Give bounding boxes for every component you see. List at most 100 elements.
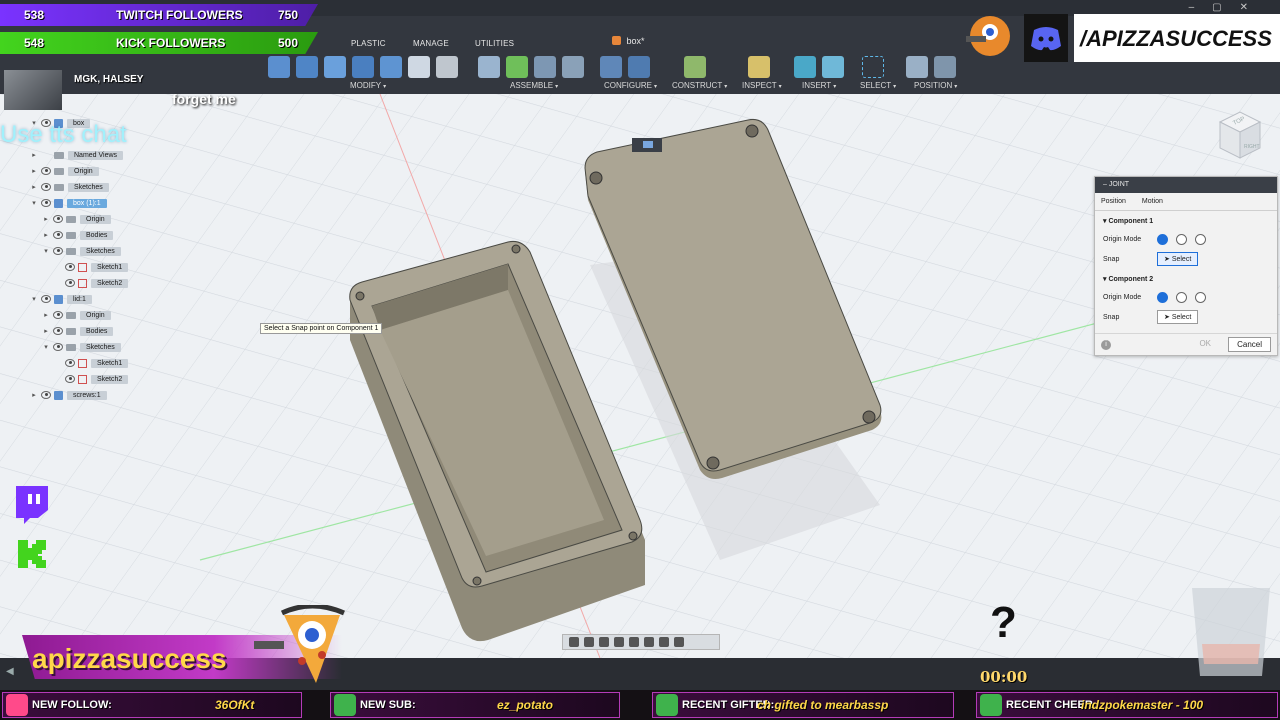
pan-icon[interactable] (599, 637, 609, 647)
configure-table-icon[interactable] (600, 56, 622, 78)
visibility-eye-icon[interactable] (53, 327, 63, 335)
ticker-value: ez_potato (497, 698, 554, 712)
expander-icon[interactable]: ▸ (42, 231, 50, 239)
visibility-eye-icon[interactable] (41, 199, 51, 207)
cancel-button[interactable]: Cancel (1228, 337, 1271, 352)
folder-icon (66, 343, 76, 351)
simple-origin-icon[interactable] (1157, 291, 1168, 303)
window-controls[interactable]: –▢✕ (1189, 2, 1266, 13)
zoom-icon[interactable] (614, 637, 624, 647)
tree-item-origin[interactable]: ▸ Origin (42, 308, 111, 322)
insert-derive-icon[interactable] (794, 56, 816, 78)
tab-utilities[interactable]: UTILITIES (475, 39, 514, 48)
move-icon[interactable] (408, 56, 430, 78)
tree-item-sketches[interactable]: ▾ Sketches (42, 244, 121, 258)
joint-origin-icon[interactable] (562, 56, 584, 78)
ok-button[interactable]: OK (1199, 339, 1211, 348)
tree-item-sketches[interactable]: ▾ Sketches (42, 340, 121, 354)
select-window-icon[interactable] (862, 56, 884, 78)
revert-position-icon[interactable] (934, 56, 956, 78)
tab-motion[interactable]: Motion (1142, 198, 1163, 205)
expander-icon[interactable]: ▸ (30, 151, 38, 159)
visibility-eye-icon[interactable] (53, 311, 63, 319)
tree-item-sketch2[interactable]: Sketch2 (54, 372, 129, 386)
orbit-icon[interactable] (569, 637, 579, 647)
expander-icon[interactable]: ▸ (42, 311, 50, 319)
two-edge-intersection-icon[interactable] (1195, 291, 1206, 303)
expander-icon[interactable]: ▸ (30, 167, 38, 175)
document-tab[interactable]: box* (612, 36, 645, 46)
display-settings-icon[interactable] (644, 637, 654, 647)
between-two-faces-icon[interactable] (1176, 233, 1187, 245)
component1-header[interactable]: ▾ Component 1 (1103, 217, 1277, 225)
measure-icon[interactable] (748, 56, 770, 78)
insert-canvas-icon[interactable] (822, 56, 844, 78)
visibility-eye-icon[interactable] (41, 167, 51, 175)
visibility-eye-icon[interactable] (65, 359, 75, 367)
grid-settings-icon[interactable] (659, 637, 669, 647)
joint-icon[interactable] (506, 56, 528, 78)
tree-item-sketches[interactable]: ▸ Sketches (30, 180, 109, 194)
visibility-eye-icon[interactable] (65, 279, 75, 287)
visibility-eye-icon[interactable] (41, 391, 51, 399)
component-icon (54, 198, 63, 208)
viewports-icon[interactable] (674, 637, 684, 647)
tab-manage[interactable]: MANAGE (413, 39, 449, 48)
capture-position-icon[interactable] (906, 56, 928, 78)
fit-icon[interactable] (629, 637, 639, 647)
twitch-followers-target: 750 (278, 8, 299, 22)
press-pull-icon[interactable] (268, 56, 290, 78)
tree-item-screws[interactable]: ▸ screws:1 (30, 388, 107, 402)
combine-icon[interactable] (352, 56, 374, 78)
visibility-eye-icon[interactable] (53, 231, 63, 239)
visibility-eye-icon[interactable] (53, 247, 63, 255)
as-built-joint-icon[interactable] (534, 56, 556, 78)
tree-item-lid[interactable]: ▾ lid:1 (30, 292, 92, 306)
ticker-new-sub: NEW SUB: ez_potato (330, 692, 620, 718)
visibility-eye-icon[interactable] (65, 375, 75, 383)
component2-header[interactable]: ▾ Component 2 (1103, 275, 1277, 283)
tree-item-sketch1[interactable]: Sketch1 (54, 260, 129, 274)
fillet-icon[interactable] (296, 56, 318, 78)
component1-snap-select-button[interactable]: ➤ Select (1157, 252, 1199, 266)
tree-item-bodies[interactable]: ▸ Bodies (42, 324, 114, 338)
expander-icon[interactable]: ▾ (30, 199, 38, 207)
expander-icon[interactable]: ▸ (30, 391, 38, 399)
shell-icon[interactable] (324, 56, 346, 78)
snap-label: Snap (1103, 255, 1120, 263)
expander-icon[interactable]: ▾ (42, 343, 50, 351)
visibility-eye-icon[interactable] (53, 215, 63, 223)
expander-icon[interactable]: ▸ (30, 183, 38, 191)
tab-plastic[interactable]: PLASTIC (351, 39, 386, 48)
tree-item-box-1[interactable]: ▾ box (1):1 (30, 196, 107, 210)
timeline-play-icon[interactable]: ◀ (6, 666, 14, 677)
between-two-faces-icon[interactable] (1176, 291, 1187, 303)
new-component-icon[interactable] (478, 56, 500, 78)
visibility-eye-icon[interactable] (65, 263, 75, 271)
tab-position[interactable]: Position (1101, 198, 1126, 205)
tree-item-sketch1[interactable]: Sketch1 (54, 356, 129, 370)
configure-rule-icon[interactable] (628, 56, 650, 78)
visibility-eye-icon[interactable] (41, 183, 51, 191)
split-icon[interactable] (380, 56, 402, 78)
two-edge-intersection-icon[interactable] (1195, 233, 1206, 245)
tree-item-origin[interactable]: ▸ Origin (42, 212, 111, 226)
viewcube[interactable]: TOP RIGHT (1214, 108, 1264, 164)
tree-item-sketch2[interactable]: Sketch2 (54, 276, 129, 290)
simple-origin-icon[interactable] (1157, 233, 1168, 245)
visibility-eye-icon[interactable] (53, 343, 63, 351)
parameters-icon[interactable] (436, 56, 458, 78)
look-at-icon[interactable] (584, 637, 594, 647)
tree-item-origin[interactable]: ▸ Origin (30, 164, 99, 178)
offset-plane-icon[interactable] (684, 56, 706, 78)
expander-icon[interactable]: ▾ (30, 295, 38, 303)
tree-item-bodies[interactable]: ▸ Bodies (42, 228, 114, 242)
info-icon[interactable]: i (1101, 340, 1111, 350)
expander-icon[interactable]: ▸ (42, 327, 50, 335)
visibility-eye-icon[interactable] (41, 295, 51, 303)
component2-snap-select-button[interactable]: ➤ Select (1157, 310, 1199, 324)
expander-icon[interactable]: ▾ (42, 247, 50, 255)
tree-item-named-views[interactable]: ▸ Named Views (30, 148, 124, 162)
expander-icon[interactable]: ▸ (42, 215, 50, 223)
canvas-viewport[interactable] (0, 94, 1280, 658)
